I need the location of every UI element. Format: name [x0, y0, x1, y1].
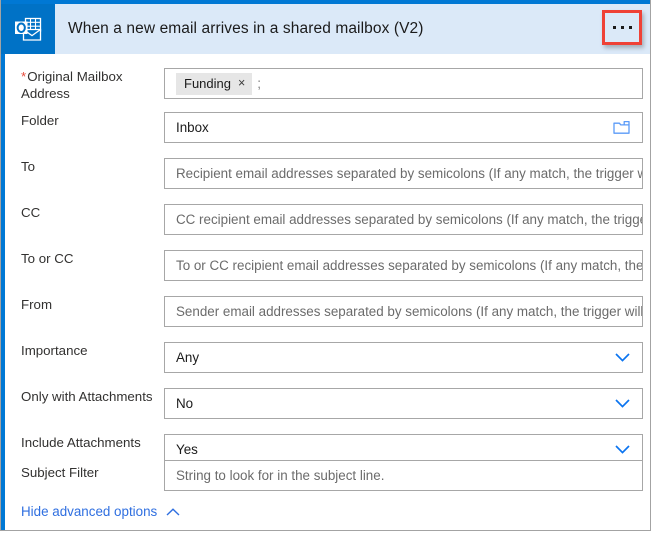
hide-advanced-options-link[interactable]: Hide advanced options: [21, 504, 180, 519]
include-attachments-value: Yes: [176, 442, 198, 457]
chevron-down-icon[interactable]: [615, 399, 630, 408]
field-label-original-mailbox-address: *Original Mailbox Address: [21, 68, 166, 102]
more-options-button[interactable]: [602, 10, 642, 45]
only-with-attachments-select[interactable]: No: [164, 388, 643, 419]
outlook-icon: [1, 4, 55, 54]
form-row-cc: CC CC recipient email addresses separate…: [5, 204, 650, 236]
form-row-importance: Importance Any: [5, 342, 650, 374]
form-row-to: To Recipient email addresses separated b…: [5, 158, 650, 190]
field-label-subject-filter: Subject Filter: [21, 465, 99, 480]
action-form: *Original Mailbox Address Funding × ; Fo…: [5, 54, 650, 530]
token-separator: ;: [257, 76, 262, 91]
to-or-cc-placeholder: To or CC recipient email addresses separ…: [176, 258, 642, 273]
required-marker: *: [21, 69, 27, 84]
subject-filter-placeholder: String to look for in the subject line.: [176, 468, 385, 483]
field-label-from: From: [21, 297, 53, 312]
to-or-cc-input[interactable]: To or CC recipient email addresses separ…: [164, 250, 643, 281]
flow-action-card: When a new email arrives in a shared mai…: [0, 0, 651, 531]
field-label-to: To: [21, 159, 36, 174]
form-row-from: From Sender email addresses separated by…: [5, 296, 650, 328]
cc-placeholder: CC recipient email addresses separated b…: [176, 212, 642, 227]
importance-select[interactable]: Any: [164, 342, 643, 373]
field-label-only-with-attachments: Only with Attachments: [21, 389, 153, 404]
field-label-include-attachments: Include Attachments: [21, 435, 141, 450]
original-mailbox-address-input[interactable]: Funding × ;: [164, 68, 643, 99]
card-header[interactable]: When a new email arrives in a shared mai…: [1, 4, 650, 54]
token-chip-label: Funding: [184, 75, 231, 91]
field-label-cc: CC: [21, 205, 41, 220]
field-label-importance: Importance: [21, 343, 88, 358]
field-label-folder: Folder: [21, 113, 59, 128]
form-row-to-or-cc: To or CC To or CC recipient email addres…: [5, 250, 650, 282]
form-row-subject-filter: Subject Filter String to look for in the…: [5, 460, 650, 492]
form-row-folder: Folder Inbox: [5, 112, 650, 144]
close-icon[interactable]: ×: [238, 76, 245, 90]
hide-advanced-options-label: Hide advanced options: [21, 504, 158, 519]
from-input[interactable]: Sender email addresses separated by semi…: [164, 296, 643, 327]
to-input[interactable]: Recipient email addresses separated by s…: [164, 158, 643, 189]
field-label-text: Original Mailbox Address: [21, 69, 123, 101]
chevron-down-icon[interactable]: [615, 353, 630, 362]
folder-value: Inbox: [176, 120, 209, 135]
cc-input[interactable]: CC recipient email addresses separated b…: [164, 204, 643, 235]
page-title: When a new email arrives in a shared mai…: [68, 20, 424, 37]
chevron-down-icon[interactable]: [615, 445, 630, 454]
ellipsis-icon: [612, 26, 632, 29]
folder-input[interactable]: Inbox: [164, 112, 643, 143]
subject-filter-input[interactable]: String to look for in the subject line.: [164, 460, 643, 491]
chevron-up-icon: [166, 504, 180, 519]
form-row-only-with-attachments: Only with Attachments No: [5, 388, 650, 420]
field-label-to-or-cc: To or CC: [21, 251, 74, 266]
to-placeholder: Recipient email addresses separated by s…: [176, 166, 642, 181]
from-placeholder: Sender email addresses separated by semi…: [176, 304, 642, 319]
form-row-original-mailbox-address: *Original Mailbox Address Funding × ;: [5, 68, 650, 102]
importance-value: Any: [176, 350, 200, 365]
folder-icon[interactable]: [613, 120, 630, 135]
token-chip-funding[interactable]: Funding ×: [176, 72, 253, 95]
only-with-attachments-value: No: [176, 396, 194, 411]
